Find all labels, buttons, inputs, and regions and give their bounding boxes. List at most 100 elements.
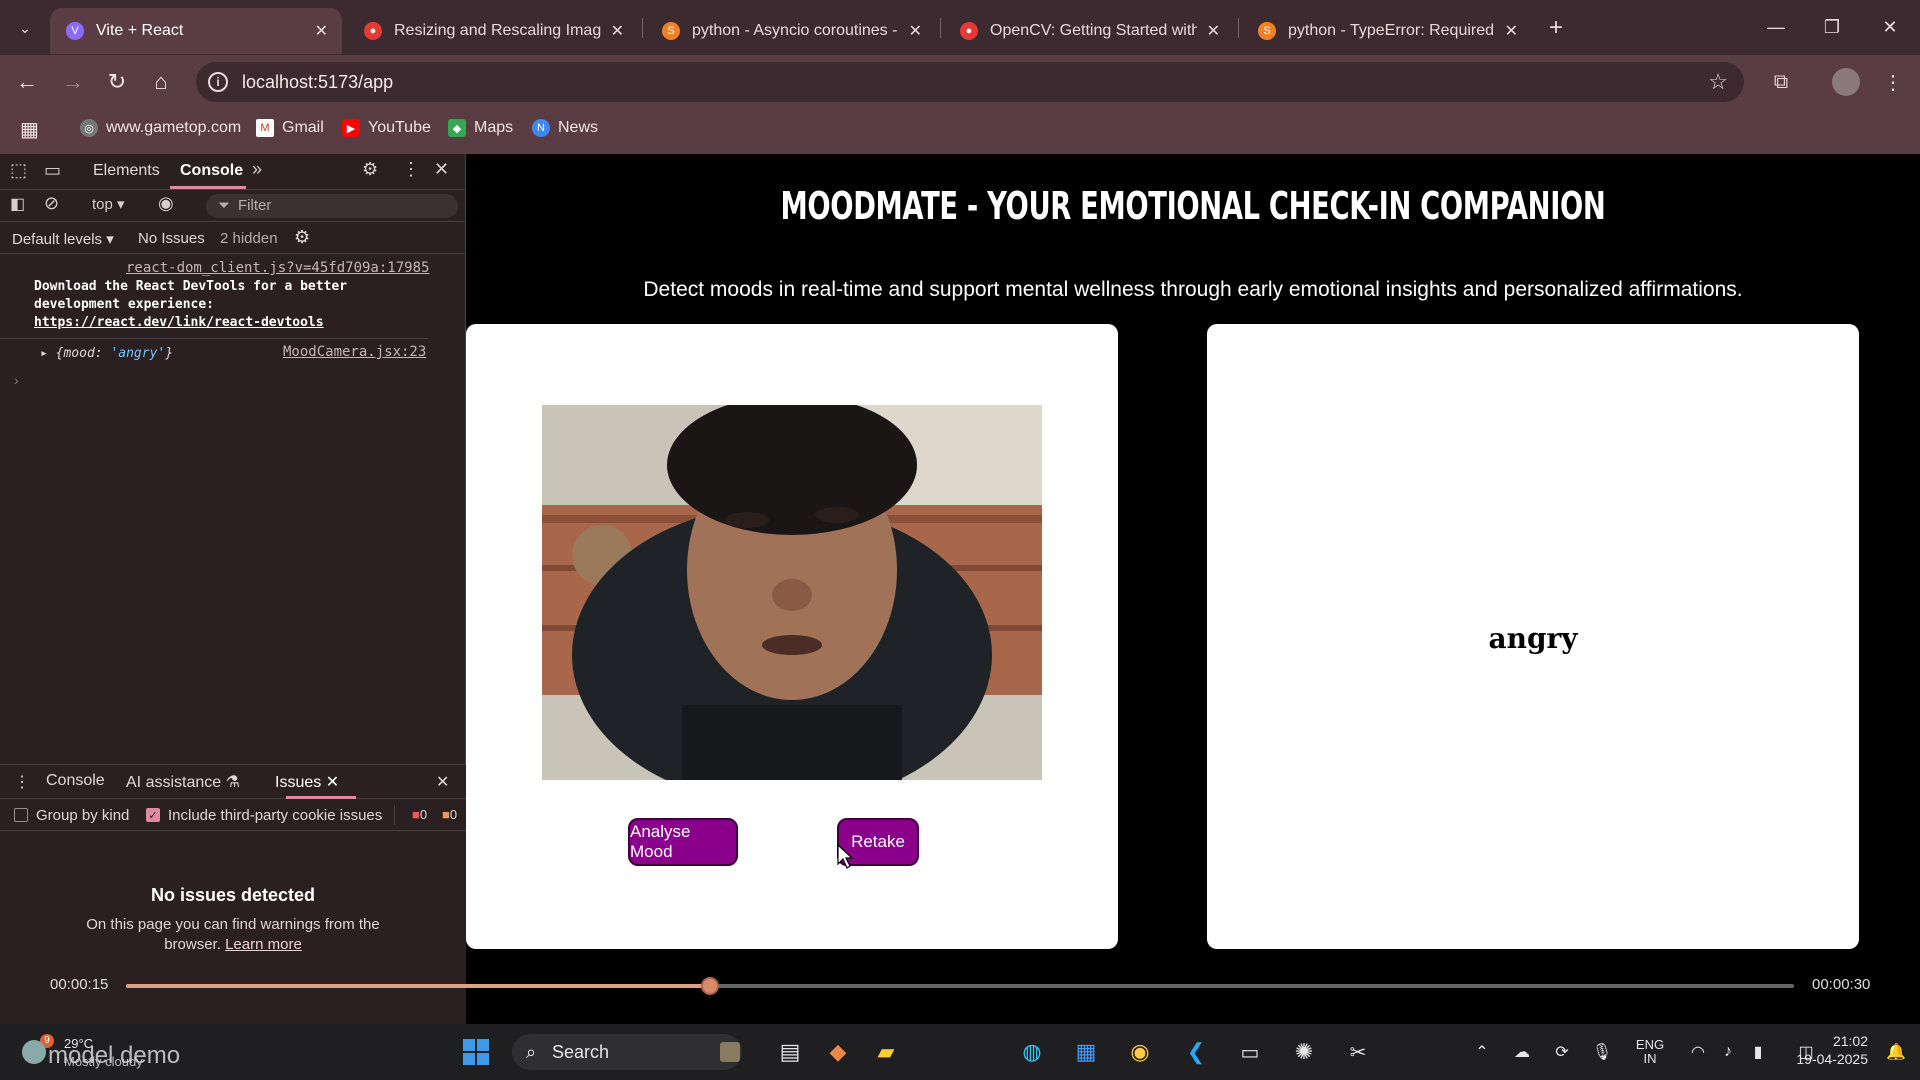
object-key: mood xyxy=(63,346,95,361)
clear-console-icon[interactable]: ⊘ xyxy=(44,193,59,214)
back-icon[interactable]: ← xyxy=(10,65,44,99)
search-highlight-icon xyxy=(720,1042,740,1062)
tab-console[interactable]: Console xyxy=(180,162,243,180)
snipping-tool-icon[interactable]: ✂ xyxy=(1338,1038,1378,1066)
bookmark-news[interactable]: N News xyxy=(532,119,598,137)
bookmark-youtube[interactable]: ▶ YouTube xyxy=(342,119,431,137)
tab-close-icon[interactable]: ✕ xyxy=(909,21,922,41)
tab-vite-react[interactable]: V Vite + React ✕ xyxy=(50,8,342,54)
video-progress-bar: 00:00:15 00:00:30 xyxy=(0,970,1920,1000)
new-tab-button[interactable]: + xyxy=(1540,12,1572,44)
react-devtools-link[interactable]: https://react.dev/link/react-devtools xyxy=(34,315,324,330)
console-filter-input[interactable]: ⏷ Filter xyxy=(206,194,458,218)
taskbar-search[interactable]: ⌕ Search xyxy=(512,1034,742,1070)
address-bar[interactable]: i localhost:5173/app ☆ xyxy=(196,62,1744,102)
bookmark-maps[interactable]: ◆ Maps xyxy=(448,119,513,137)
language-indicator[interactable]: ENG IN xyxy=(1626,1038,1674,1066)
tab-close-icon[interactable]: ✕ xyxy=(315,21,328,41)
warning-icon: ■ xyxy=(442,807,450,822)
tab-opencv[interactable]: ● OpenCV: Getting Started with I ✕ xyxy=(944,8,1234,54)
console-prompt-icon[interactable]: › xyxy=(14,372,19,388)
message-source-link[interactable]: react-dom_client.js?v=45fd709a:17985 xyxy=(126,260,429,276)
device-toolbar-icon[interactable]: ▭ xyxy=(44,160,61,181)
console-settings-gear-icon[interactable]: ⚙ xyxy=(294,227,310,248)
third-party-checkbox[interactable]: ✓ xyxy=(146,808,160,822)
message-source-link[interactable]: MoodCamera.jsx:23 xyxy=(283,344,426,360)
apps-grid-icon[interactable]: ▦ xyxy=(20,117,39,142)
tab-close-icon[interactable]: ✕ xyxy=(611,21,624,41)
tab-asyncio[interactable]: S python - Asyncio coroutines - S ✕ xyxy=(646,8,936,54)
hidden-count: 2 hidden xyxy=(220,230,278,247)
tab-typeerror[interactable]: S python - TypeError: Required ar ✕ xyxy=(1242,8,1532,54)
windows-start-icon[interactable] xyxy=(460,1038,492,1066)
devtools-menu-icon[interactable]: ⋮ xyxy=(402,159,420,180)
tab-close-icon[interactable]: ✕ xyxy=(1505,21,1518,41)
inspect-element-icon[interactable]: ⬚ xyxy=(10,160,27,181)
sidebar-toggle-icon[interactable]: ◧ xyxy=(10,194,25,214)
progress-track[interactable] xyxy=(126,977,1794,995)
close-devtools-icon[interactable]: ✕ xyxy=(434,159,449,180)
globe-icon: ◎ xyxy=(80,119,98,137)
onedrive-icon[interactable]: ☁ xyxy=(1508,1038,1536,1066)
close-window-icon[interactable]: ✕ xyxy=(1870,10,1910,44)
app-icon[interactable]: ◆ xyxy=(818,1038,858,1066)
progress-knob[interactable] xyxy=(700,977,719,995)
maps-icon: ◆ xyxy=(448,119,466,137)
terminal-icon[interactable]: ▭ xyxy=(1230,1038,1270,1066)
settings-gear-icon[interactable]: ⚙ xyxy=(362,159,378,180)
site-favicon-icon: ● xyxy=(960,22,978,40)
live-expression-eye-icon[interactable]: ◉ xyxy=(158,193,174,214)
wifi-icon[interactable]: ◠ xyxy=(1684,1038,1712,1066)
bookmark-gametop[interactable]: ◎ www.gametop.com xyxy=(80,119,241,137)
close-tab-icon[interactable]: ✕ xyxy=(326,774,339,791)
issues-count[interactable]: No Issues xyxy=(138,230,205,247)
issues-tab-label: Issues xyxy=(275,774,322,791)
close-drawer-icon[interactable]: ✕ xyxy=(436,772,449,792)
tab-resizing-images[interactable]: ● Resizing and Rescaling Images ✕ xyxy=(348,8,638,54)
volume-icon[interactable]: ♪ xyxy=(1714,1038,1742,1066)
log-levels-dropdown[interactable]: Default levels ▾ xyxy=(12,230,114,248)
learn-more-link[interactable]: Learn more xyxy=(225,936,302,953)
bookmark-star-icon[interactable]: ☆ xyxy=(1708,69,1728,95)
chatgpt-icon[interactable]: ✺ xyxy=(1284,1038,1324,1066)
system-clock[interactable]: 21:02 19-04-2025 xyxy=(1796,1032,1868,1068)
group-by-kind-checkbox[interactable] xyxy=(14,808,28,822)
forward-icon[interactable]: → xyxy=(56,65,90,99)
extensions-icon[interactable]: ⧉ xyxy=(1766,67,1796,97)
console-status-row: Default levels ▾ No Issues 2 hidden ⚙ xyxy=(0,222,466,254)
tab-search-dropdown[interactable]: ⌄ xyxy=(8,12,42,44)
store-icon[interactable]: ▦ xyxy=(1066,1038,1106,1066)
vscode-icon[interactable]: ❮ xyxy=(1176,1038,1216,1066)
edge-icon[interactable]: ◍ xyxy=(1012,1038,1052,1066)
profile-avatar[interactable] xyxy=(1832,68,1860,96)
page-title: MOODMATE - YOUR EMOTIONAL CHECK-IN COMPA… xyxy=(780,184,1606,228)
more-tabs-icon[interactable]: » xyxy=(252,159,262,180)
drawer-menu-icon[interactable]: ⋮ xyxy=(14,772,30,792)
react-devtools-message: Download the React DevTools for a better… xyxy=(34,278,414,332)
drawer-tab-console[interactable]: Console xyxy=(46,772,105,790)
chrome-icon[interactable]: ◉ xyxy=(1120,1038,1160,1066)
context-selector[interactable]: top ▾ xyxy=(92,195,125,213)
bookmark-gmail[interactable]: M Gmail xyxy=(256,119,324,137)
reload-icon[interactable]: ↻ xyxy=(100,65,134,99)
tab-elements[interactable]: Elements xyxy=(93,162,160,180)
analyse-mood-button[interactable]: Analyse Mood xyxy=(628,818,738,866)
tab-close-icon[interactable]: ✕ xyxy=(1207,21,1220,41)
drawer-tab-issues[interactable]: Issues ✕ xyxy=(275,772,339,792)
home-icon[interactable]: ⌂ xyxy=(144,65,178,99)
battery-icon[interactable]: ▮ xyxy=(1744,1038,1772,1066)
sync-icon[interactable]: ⟳ xyxy=(1548,1038,1576,1066)
restore-icon[interactable]: ❐ xyxy=(1812,10,1852,44)
file-explorer-icon[interactable]: ▰ xyxy=(866,1038,906,1066)
expand-caret-icon[interactable]: ▸ xyxy=(40,346,48,361)
drawer-tab-ai-assistance[interactable]: AI assistance ⚗ xyxy=(126,772,240,792)
tab-separator xyxy=(1238,18,1239,38)
menu-kebab-icon[interactable]: ⋮ xyxy=(1878,67,1908,97)
site-info-icon[interactable]: i xyxy=(208,72,228,92)
show-hidden-icons-icon[interactable]: ⌃ xyxy=(1468,1038,1496,1066)
mood-object-log[interactable]: ▸ {mood: 'angry'} xyxy=(40,346,173,361)
minimize-icon[interactable]: — xyxy=(1756,10,1796,44)
microphone-icon[interactable]: 🎙 xyxy=(1588,1038,1616,1066)
notifications-bell-icon[interactable]: 🔔 xyxy=(1882,1038,1910,1066)
task-view-icon[interactable]: ▤ xyxy=(770,1038,810,1066)
